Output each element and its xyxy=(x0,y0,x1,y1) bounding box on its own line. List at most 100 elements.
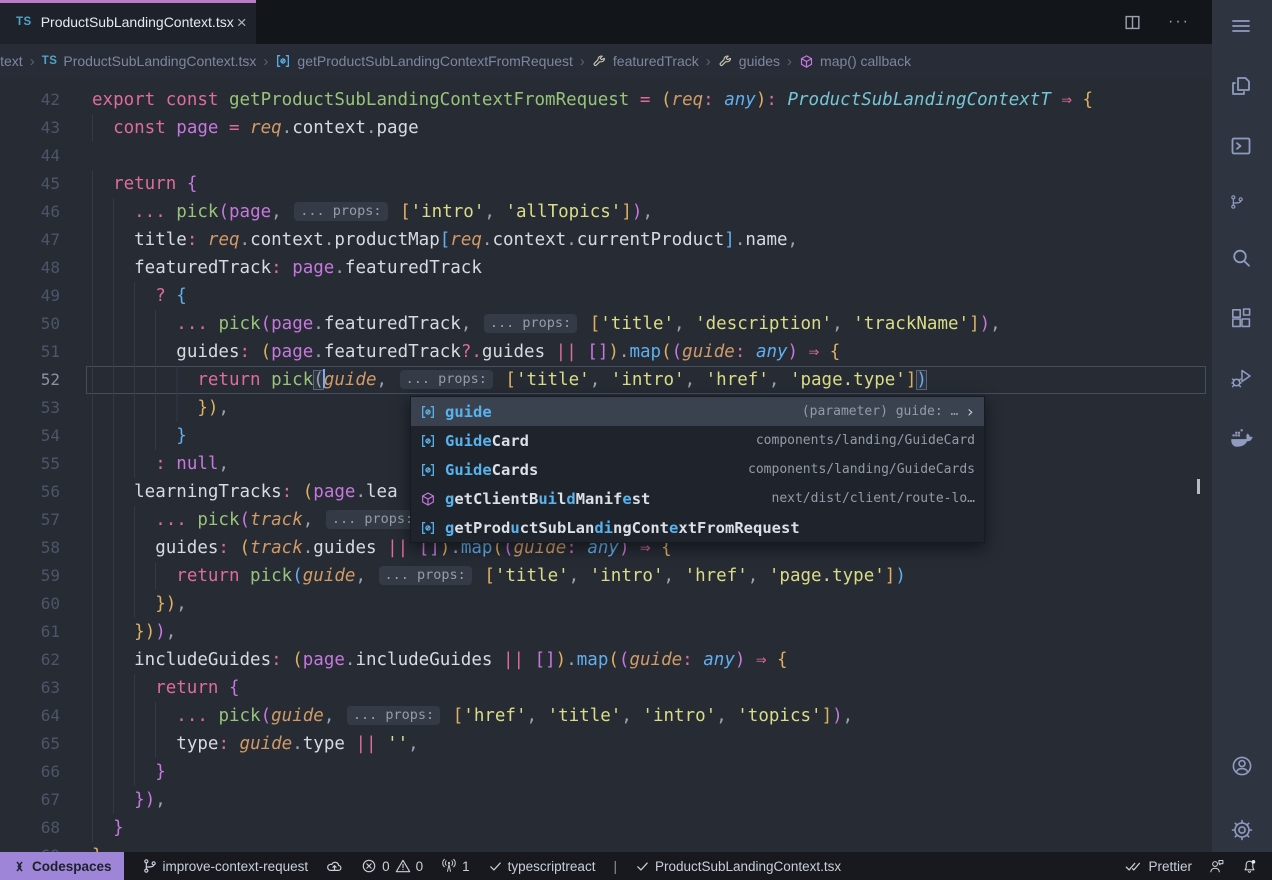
status-feedback[interactable] xyxy=(1208,852,1225,880)
breadcrumb-item[interactable]: itext xyxy=(0,53,23,69)
activity-item-docker[interactable] xyxy=(1229,426,1255,452)
code-line[interactable]: 61})), xyxy=(0,618,1212,646)
line-number[interactable]: 54 xyxy=(0,422,60,450)
inlay-hint: ... props: xyxy=(484,314,577,333)
status-branch[interactable]: improve-context-request xyxy=(142,852,309,880)
suggest-item[interactable]: GuideCardcomponents/landing/GuideCard xyxy=(411,426,984,455)
breadcrumb-item[interactable]: getProductSubLandingContextFromRequest xyxy=(275,53,573,69)
code-line[interactable]: 69} xyxy=(0,842,1212,852)
code-token: . xyxy=(619,342,630,362)
suggest-item[interactable]: GuideCardscomponents/landing/GuideCards xyxy=(411,455,984,484)
status-notifications[interactable] xyxy=(1241,852,1258,880)
breadcrumb-item[interactable]: TSProductSubLandingContext.tsx xyxy=(42,53,257,69)
code-line[interactable]: 47title: req.context.productMap[req.cont… xyxy=(0,226,1212,254)
line-number[interactable]: 42 xyxy=(0,86,60,114)
line-number[interactable]: 50 xyxy=(0,310,60,338)
code-line[interactable]: 49? { xyxy=(0,282,1212,310)
breadcrumb-item[interactable]: map() callback xyxy=(799,53,911,69)
line-number[interactable]: 44 xyxy=(0,142,60,170)
code-line[interactable]: 51guides: (page.featuredTrack?.guides ||… xyxy=(0,338,1212,366)
code-line[interactable]: 67}), xyxy=(0,786,1212,814)
line-number[interactable]: 49 xyxy=(0,282,60,310)
split-editor-icon[interactable] xyxy=(1123,13,1142,32)
code-line[interactable]: 50... pick(page.featuredTrack, ... props… xyxy=(0,310,1212,338)
code-line[interactable]: 44 xyxy=(0,142,1212,170)
code-line[interactable]: 45 return { xyxy=(0,170,1212,198)
line-number[interactable]: 45 xyxy=(0,170,60,198)
line-number[interactable]: 63 xyxy=(0,674,60,702)
code-line-content: return { xyxy=(86,170,1212,198)
suggest-item[interactable]: getClientBuildManifestnext/dist/client/r… xyxy=(411,484,984,513)
code-line[interactable]: 68} xyxy=(0,814,1212,842)
line-number[interactable]: 59 xyxy=(0,562,60,590)
code-token xyxy=(250,342,261,362)
line-number[interactable]: 46 xyxy=(0,198,60,226)
line-number[interactable]: 67 xyxy=(0,786,60,814)
line-number[interactable]: 61 xyxy=(0,618,60,646)
line-number[interactable]: 62 xyxy=(0,646,60,674)
line-number[interactable]: 55 xyxy=(0,450,60,478)
line-number[interactable]: 41 xyxy=(0,78,60,86)
activity-item-terminal[interactable] xyxy=(1229,134,1255,158)
code-token: } xyxy=(134,790,145,810)
status-problems[interactable]: 00 xyxy=(361,852,423,880)
scrollbar-thumb[interactable] xyxy=(1197,479,1200,494)
code-line-content: ... pick(page, ... props: ['intro', 'all… xyxy=(86,198,1212,226)
activity-item-run-debug[interactable] xyxy=(1229,366,1255,390)
code-line[interactable]: 43const page = req.context.page xyxy=(0,114,1212,142)
status-sync[interactable] xyxy=(326,852,343,880)
status-branch-label: improve-context-request xyxy=(163,859,309,874)
line-number[interactable]: 60 xyxy=(0,590,60,618)
activity-item-account[interactable] xyxy=(1230,754,1254,778)
status-ports[interactable]: 1 xyxy=(441,852,470,880)
line-number[interactable]: 66 xyxy=(0,758,60,786)
status-codespaces[interactable]: Codespaces xyxy=(0,852,124,880)
line-number[interactable]: 48 xyxy=(0,254,60,282)
code-line[interactable]: 64... pick(guide, ... props: ['href', 't… xyxy=(0,702,1212,730)
code-line[interactable]: 48featuredTrack: page.featuredTrack xyxy=(0,254,1212,282)
code-line[interactable]: 41 xyxy=(0,78,1212,86)
code-line[interactable]: 52return pick(guide, ... props: ['title'… xyxy=(0,366,1212,394)
gear-icon xyxy=(1230,818,1254,842)
breadcrumb-item[interactable]: guides xyxy=(718,53,780,69)
code-line[interactable]: 59return pick(guide, ... props: ['title'… xyxy=(0,562,1212,590)
line-number[interactable]: 65 xyxy=(0,730,60,758)
suggest-detail-chevron-icon[interactable]: › xyxy=(965,402,975,421)
status-language[interactable]: typescriptreact xyxy=(488,852,596,880)
activity-item-source-control[interactable] xyxy=(1229,194,1255,210)
close-icon[interactable]: × xyxy=(234,13,250,32)
line-number[interactable]: 56 xyxy=(0,478,60,506)
line-number[interactable]: 57 xyxy=(0,506,60,534)
code-token: . xyxy=(345,650,356,670)
code-line[interactable]: 60}), xyxy=(0,590,1212,618)
line-number[interactable]: 68 xyxy=(0,814,60,842)
code-line[interactable]: 63return { xyxy=(0,674,1212,702)
line-number[interactable]: 51 xyxy=(0,338,60,366)
activity-item-search[interactable] xyxy=(1229,246,1255,270)
breadcrumb-item[interactable]: featuredTrack xyxy=(592,53,699,69)
indent-guides xyxy=(92,730,176,758)
code-line[interactable]: 46 ... pick(page, ... props: ['intro', 'a… xyxy=(0,198,1212,226)
activity-item-explorer[interactable] xyxy=(1229,74,1255,98)
line-number[interactable]: 64 xyxy=(0,702,60,730)
line-number[interactable]: 43 xyxy=(0,114,60,142)
code-line[interactable]: 42export const getProductSubLandingConte… xyxy=(0,86,1212,114)
code-line[interactable]: 65type: guide.type || '', xyxy=(0,730,1212,758)
code-token xyxy=(577,342,588,362)
activity-item-menu[interactable] xyxy=(1229,14,1255,38)
line-number[interactable]: 69 xyxy=(0,842,60,852)
line-number[interactable]: 47 xyxy=(0,226,60,254)
status-prettier[interactable]: Prettier xyxy=(1124,852,1192,880)
activity-item-extensions[interactable] xyxy=(1229,306,1255,330)
line-number[interactable]: 58 xyxy=(0,534,60,562)
more-actions-button[interactable]: ··· xyxy=(1168,13,1190,31)
tab-productsublandingcontext[interactable]: TS ProductSubLandingContext.tsx × xyxy=(0,0,256,44)
status-active-file[interactable]: ProductSubLandingContext.tsx xyxy=(635,852,841,880)
suggest-item[interactable]: getProductSubLandingContextFromRequest xyxy=(411,513,984,542)
activity-item-settings[interactable] xyxy=(1230,818,1254,842)
suggest-item[interactable]: guide(parameter) guide: …› xyxy=(411,397,984,426)
line-number[interactable]: 53 xyxy=(0,394,60,422)
code-line[interactable]: 66} xyxy=(0,758,1212,786)
code-line[interactable]: 62includeGuides: (page.includeGuides || … xyxy=(0,646,1212,674)
line-number[interactable]: 52 xyxy=(0,366,60,394)
